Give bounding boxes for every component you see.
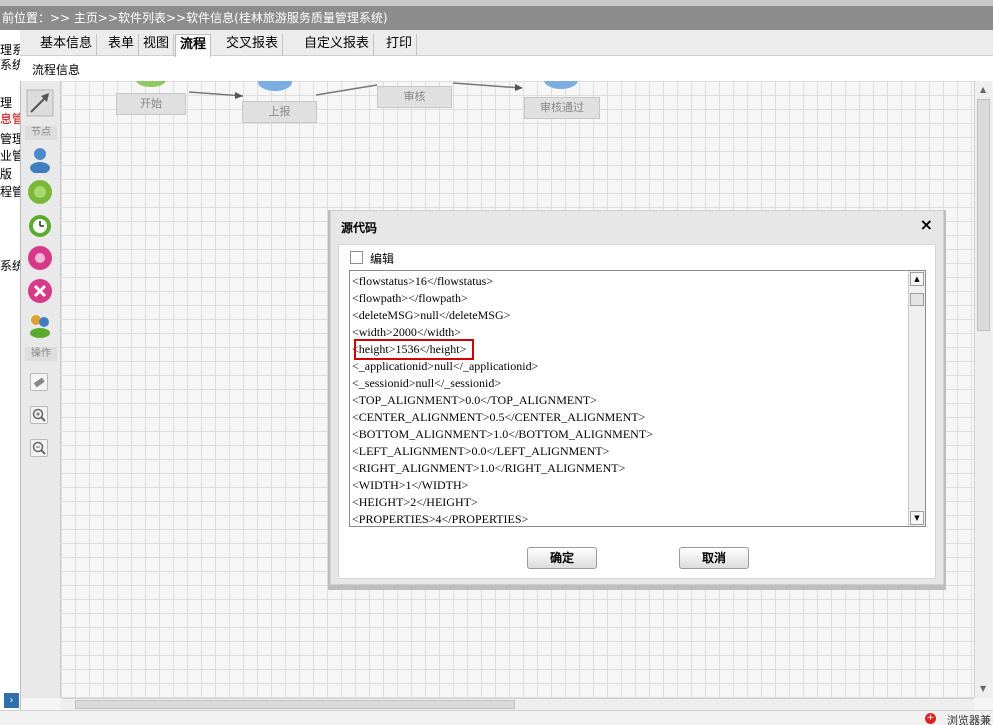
code-line: <CENTER_ALIGNMENT>0.5</CENTER_ALIGNMENT> — [352, 410, 646, 424]
code-scrollbar[interactable]: ▲ ▼ — [908, 271, 925, 526]
code-line: <_sessionid>null</_sessionid> — [352, 376, 502, 390]
tab-1[interactable]: 表单 — [104, 34, 140, 56]
sidebar-item[interactable]: 程管 — [0, 185, 20, 199]
code-line: <flowstatus>16</flowstatus> — [352, 274, 494, 288]
code-line: <_applicationid>null</_applicationid> — [352, 359, 539, 373]
scroll-up-icon[interactable]: ▲ — [980, 85, 986, 94]
left-nav: 理系系统理息管管理业管理版程管系统 — [0, 30, 20, 695]
scroll-down-icon[interactable]: ▼ — [980, 684, 986, 693]
code-line: <deleteMSG>null</deleteMSG> — [352, 308, 511, 322]
edit-checkbox[interactable] — [350, 251, 363, 264]
code-line: <TOP_ALIGNMENT>0.0</TOP_ALIGNMENT> — [352, 393, 597, 407]
tab-4[interactable]: 交叉报表 — [222, 34, 284, 56]
sidebar-item[interactable]: 系统 — [0, 58, 20, 72]
edit-checkbox-label: 编辑 — [370, 252, 395, 266]
source-code-textarea[interactable]: <flowstatus>16</flowstatus> <flowpath></f… — [349, 270, 926, 527]
scroll-up-icon[interactable]: ▲ — [910, 272, 924, 286]
sidebar-item[interactable]: 理 — [0, 96, 12, 110]
dialog-title: 源代码 — [341, 221, 378, 235]
flow-node-approved[interactable]: 审核通过 — [524, 97, 600, 119]
tab-bar: 基本信息 表单 视图 流程 交叉报表 自定义报表 打印 — [20, 30, 993, 57]
sidebar-item[interactable]: 业管理 — [0, 149, 20, 163]
code-line: <WIDTH>1</WIDTH> — [352, 478, 469, 492]
source-code-dialog: 源代码 × 编辑 <flowstatus>16</flowstatus> <flo… — [330, 210, 944, 585]
code-line: <RIGHT_ALIGNMENT>1.0</RIGHT_ALIGNMENT> — [352, 461, 626, 475]
status-bar: + 浏览器兼 — [0, 710, 993, 725]
canvas-vertical-scrollbar[interactable]: ▲ ▼ — [974, 81, 992, 698]
eraser-icon[interactable] — [30, 373, 48, 391]
flow-node-review[interactable]: 审核 — [377, 86, 452, 108]
flow-connectors — [188, 82, 523, 99]
scroll-thumb[interactable] — [910, 293, 924, 306]
expand-nav-button[interactable]: › — [4, 693, 19, 708]
sidebar-item[interactable]: 息管 — [0, 112, 20, 126]
tab-3[interactable]: 流程 — [175, 34, 212, 57]
flow-info-label: 流程信息 — [32, 63, 81, 77]
tab-6[interactable]: 打印 — [382, 34, 418, 56]
timer-node-icon[interactable] — [26, 211, 54, 239]
ok-button[interactable]: 确定 — [527, 547, 597, 569]
code-line: <BOTTOM_ALIGNMENT>1.0</BOTTOM_ALIGNMENT> — [352, 427, 653, 441]
sidebar-item[interactable]: 系统 — [0, 259, 20, 273]
breadcrumb: 前位置：>> 主页>>软件列表>>软件信息(桂林旅游服务质量管理系统) — [0, 6, 993, 30]
nodes-label: 节点 — [25, 126, 57, 140]
sidebar-item[interactable]: 版 — [0, 167, 12, 181]
record-node-icon[interactable] — [26, 244, 54, 272]
scroll-down-icon[interactable]: ▼ — [910, 511, 924, 525]
scroll-thumb[interactable] — [75, 700, 515, 709]
sidebar-item[interactable]: 理系 — [0, 43, 20, 57]
tab-2[interactable]: 视图 — [139, 34, 175, 56]
toolbox: 节点 操作 — [21, 81, 61, 698]
cancel-button[interactable]: 取消 — [679, 547, 749, 569]
highlight-box — [354, 339, 474, 360]
zoom-out-icon[interactable] — [30, 439, 48, 457]
flow-node-report[interactable]: 上报 — [242, 101, 317, 123]
zoom-in-icon[interactable] — [30, 406, 48, 424]
dialog-body: 编辑 <flowstatus>16</flowstatus> <flowpath>… — [338, 244, 936, 579]
browser-compat-icon: + — [925, 713, 936, 724]
browser-compat-text: 浏览器兼 — [947, 714, 991, 725]
code-line: <LEFT_ALIGNMENT>0.0</LEFT_ALIGNMENT> — [352, 444, 610, 458]
tab-0[interactable]: 基本信息 — [36, 34, 98, 56]
scroll-thumb[interactable] — [977, 99, 990, 331]
sub-bar: 流程信息 — [20, 57, 993, 81]
code-line: <flowpath></flowpath> — [352, 291, 468, 305]
operations-label: 操作 — [25, 347, 57, 361]
canvas-horizontal-scrollbar[interactable] — [61, 698, 974, 710]
pointer-arrow-icon[interactable] — [26, 89, 54, 117]
code-line: <HEIGHT>2</HEIGHT> — [352, 495, 478, 509]
close-icon[interactable]: × — [920, 215, 933, 234]
user-node-icon[interactable] — [26, 145, 54, 173]
sidebar-item[interactable]: 管理 — [0, 132, 20, 146]
code-line: <PROPERTIES>4</PROPERTIES> — [352, 512, 529, 526]
start-node-icon[interactable] — [26, 178, 54, 206]
group-node-icon[interactable] — [26, 310, 54, 338]
tab-5[interactable]: 自定义报表 — [300, 34, 375, 56]
end-node-icon[interactable] — [26, 277, 54, 305]
flow-node-start[interactable]: 开始 — [116, 93, 186, 115]
